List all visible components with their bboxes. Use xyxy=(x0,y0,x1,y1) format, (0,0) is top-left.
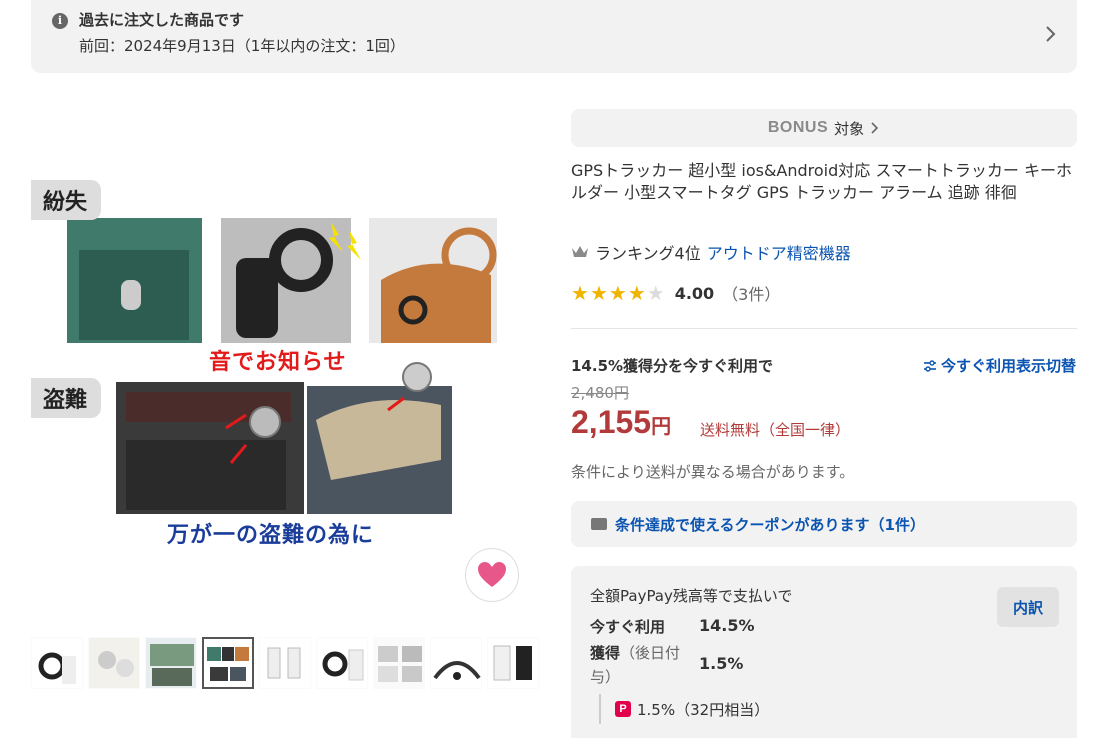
divider xyxy=(571,328,1077,329)
shipping-note: 条件により送料が異なる場合があります。 xyxy=(571,463,855,481)
shipping-info: 送料無料（全国一律） xyxy=(700,421,851,439)
thumbnail-active[interactable] xyxy=(202,637,254,689)
earn-label-text: 獲得 xyxy=(590,644,621,662)
tag-theft: 盗難 xyxy=(31,378,102,418)
product-title: GPSトラッカー 超小型 ios&Android対応 スマートトラッカー キーホ… xyxy=(571,161,1072,202)
ranking-text: ランキング4位 xyxy=(595,244,701,263)
chevron-right-icon xyxy=(871,122,879,134)
toggle-icon xyxy=(923,359,936,372)
thumbnail-strip xyxy=(31,637,541,689)
ranking-row: ランキング4位 アウトドア精密機器 xyxy=(571,240,851,264)
paypay-rewards-box: 全額PayPay残高等で支払いで 内訳 今すぐ利用 14.5% 獲得（後日付与）… xyxy=(571,566,1077,738)
rating-row[interactable]: ★ ★ ★ ★ ★ 4.00 （3件） xyxy=(571,281,780,305)
bonus-eligible-banner[interactable]: BONUS 対象 xyxy=(571,109,1077,147)
toggle-label: 今すぐ利用表示切替 xyxy=(940,357,1076,375)
chevron-right-icon xyxy=(1046,26,1056,42)
earn-value: 1.5% xyxy=(699,654,744,673)
info-icon: i xyxy=(52,13,68,29)
paypay-icon: P xyxy=(615,701,631,717)
thumbnail[interactable] xyxy=(31,637,83,689)
paypay-points-value: 1.5%（32円相当） xyxy=(637,700,770,719)
notice-subtitle: 前回：2024年9月13日（1年以内の注文：1回） xyxy=(79,37,405,55)
earn-label: 獲得（後日付与） xyxy=(590,641,700,689)
paypay-points-row: P 1.5%（32円相当） xyxy=(599,694,769,724)
star-empty-icon: ★ xyxy=(646,281,665,305)
star-filled-icon: ★ xyxy=(627,281,646,305)
price-value: 2,155 xyxy=(571,404,652,440)
caption-sound: 音でお知らせ xyxy=(209,350,347,375)
thumbnail[interactable] xyxy=(487,637,539,689)
paypay-headline: 全額PayPay残高等で支払いで xyxy=(590,587,793,605)
crown-icon xyxy=(572,246,588,257)
previous-order-notice[interactable]: i 過去に注文した商品です 前回：2024年9月13日（1年以内の注文：1回） xyxy=(31,0,1077,73)
bonus-logo: BONUS xyxy=(767,119,829,136)
star-filled-icon: ★ xyxy=(608,281,627,305)
tag-lost: 紛失 xyxy=(31,180,102,220)
star-filled-icon: ★ xyxy=(571,281,589,305)
heart-icon xyxy=(478,562,506,587)
caption-theft: 万が一の盗難の為に xyxy=(167,523,375,548)
thumbnail[interactable] xyxy=(145,637,197,689)
ranking-category-link[interactable]: アウトドア精密機器 xyxy=(707,240,851,264)
use-now-points-label: 14.5%獲得分を今すぐ利用で xyxy=(571,357,774,375)
original-price: 2,480円 xyxy=(571,384,629,402)
thumbnail[interactable] xyxy=(88,637,140,689)
sale-price: 2,155円 xyxy=(571,404,671,441)
use-now-toggle-link[interactable]: 今すぐ利用表示切替 xyxy=(923,355,1076,376)
breakdown-button[interactable]: 内訳 xyxy=(997,587,1059,627)
main-product-image[interactable]: 紛失 音でお知らせ 盗難 万が一の盗難の為に xyxy=(31,160,511,555)
star-rating: ★ ★ ★ ★ ★ xyxy=(571,283,665,303)
coupon-label: 条件達成で使えるクーポンがあります（1件） xyxy=(615,515,925,534)
thumbnail[interactable] xyxy=(373,637,425,689)
star-filled-icon: ★ xyxy=(589,281,608,305)
coupon-banner[interactable]: 条件達成で使えるクーポンがあります（1件） xyxy=(571,501,1077,547)
thumbnail[interactable] xyxy=(259,637,311,689)
use-now-label: 今すぐ利用 xyxy=(590,618,666,636)
favorite-button[interactable] xyxy=(465,548,519,602)
review-count[interactable]: （3件） xyxy=(722,281,780,305)
price-unit: 円 xyxy=(651,416,672,438)
use-now-value: 14.5% xyxy=(699,616,755,635)
notice-title: 過去に注文した商品です xyxy=(79,11,245,29)
rating-score: 4.00 xyxy=(674,283,715,303)
thumbnail[interactable] xyxy=(316,637,368,689)
bonus-label: 対象 xyxy=(834,119,865,138)
coupon-icon xyxy=(591,518,607,530)
thumbnail[interactable] xyxy=(430,637,482,689)
